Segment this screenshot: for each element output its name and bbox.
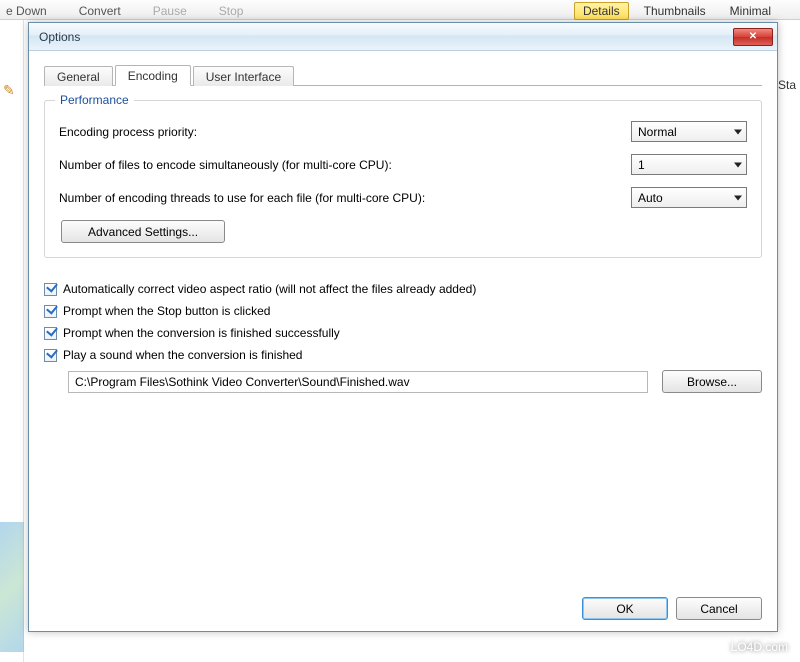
performance-legend: Performance (55, 93, 134, 107)
threads-value: Auto (638, 191, 663, 205)
view-thumbnails[interactable]: Thumbnails (635, 2, 715, 20)
dialog-button-bar: OK Cancel (582, 597, 762, 620)
view-details[interactable]: Details (574, 2, 629, 20)
checkbox-aspect-ratio-label: Automatically correct video aspect ratio… (63, 282, 476, 296)
tab-general[interactable]: General (44, 66, 113, 86)
view-minimal[interactable]: Minimal (721, 2, 780, 20)
threads-combo[interactable]: Auto (631, 187, 747, 208)
priority-value: Normal (638, 125, 677, 139)
performance-group: Performance Encoding process priority: N… (44, 100, 762, 258)
background-preview-thumb (0, 522, 24, 652)
browse-button[interactable]: Browse... (662, 370, 762, 393)
checkbox-prompt-stop[interactable] (44, 305, 57, 318)
tab-user-interface[interactable]: User Interface (193, 66, 294, 86)
bg-menu-stop: Stop (213, 2, 250, 20)
chevron-down-icon (734, 129, 742, 134)
background-toolbar: e Down Convert Pause Stop Details Thumbn… (0, 0, 800, 20)
simul-value: 1 (638, 158, 645, 172)
checkbox-prompt-finish-label: Prompt when the conversion is finished s… (63, 326, 340, 340)
bg-menu-convert[interactable]: Convert (73, 2, 127, 20)
dialog-title: Options (39, 30, 733, 44)
bg-menu-down[interactable]: e Down (0, 2, 53, 20)
cancel-button[interactable]: Cancel (676, 597, 762, 620)
threads-label: Number of encoding threads to use for ea… (59, 191, 631, 205)
close-icon: ✕ (749, 32, 757, 42)
dialog-body: General Encoding User Interface Performa… (29, 51, 777, 631)
advanced-settings-button[interactable]: Advanced Settings... (61, 220, 225, 243)
edit-icon[interactable]: ✎ (3, 82, 19, 98)
options-dialog: Options ✕ General Encoding User Interfac… (28, 22, 778, 632)
chevron-down-icon (734, 162, 742, 167)
tab-strip: General Encoding User Interface (44, 64, 762, 86)
sound-path-value: C:\Program Files\Sothink Video Converter… (75, 375, 410, 389)
checkbox-prompt-stop-label: Prompt when the Stop button is clicked (63, 304, 270, 318)
checkbox-prompt-finish[interactable] (44, 327, 57, 340)
titlebar[interactable]: Options ✕ (29, 23, 777, 51)
watermark: LO4D.com (731, 640, 788, 654)
priority-label: Encoding process priority: (59, 125, 631, 139)
simul-combo[interactable]: 1 (631, 154, 747, 175)
checkbox-aspect-ratio[interactable] (44, 283, 57, 296)
chevron-down-icon (734, 195, 742, 200)
checkbox-play-sound-label: Play a sound when the conversion is fini… (63, 348, 302, 362)
sound-path-field[interactable]: C:\Program Files\Sothink Video Converter… (68, 371, 648, 393)
priority-combo[interactable]: Normal (631, 121, 747, 142)
bg-column-header: Sta (778, 78, 796, 92)
simul-label: Number of files to encode simultaneously… (59, 158, 631, 172)
bg-menu-pause: Pause (147, 2, 193, 20)
tab-encoding[interactable]: Encoding (115, 65, 191, 86)
checkbox-play-sound[interactable] (44, 349, 57, 362)
close-button[interactable]: ✕ (733, 28, 773, 46)
ok-button[interactable]: OK (582, 597, 668, 620)
